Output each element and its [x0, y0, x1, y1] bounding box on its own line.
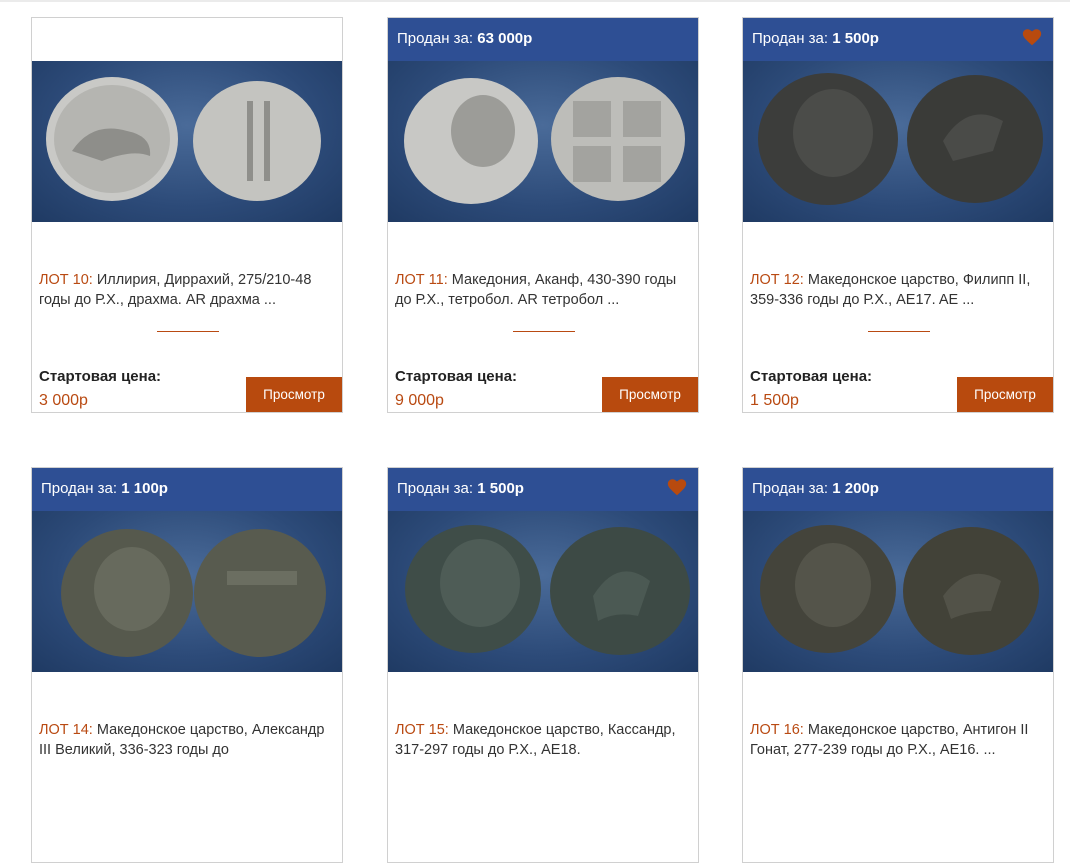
- heart-icon[interactable]: [1021, 26, 1043, 48]
- divider: [157, 331, 219, 332]
- start-price-label: Стартовая цена:: [39, 368, 162, 385]
- lot-description[interactable]: ЛОТ 11: Македония, Аканф, 430-390 годы д…: [395, 270, 695, 310]
- view-button[interactable]: Просмотр: [246, 377, 342, 412]
- lot-description[interactable]: ЛОТ 12: Македонское царство, Филипп II, …: [750, 270, 1050, 310]
- coin-photo[interactable]: [743, 511, 1053, 672]
- lot-card[interactable]: Продан за: 1 100р ЛОТ 14: Македонское ца…: [31, 467, 343, 863]
- top-divider: [0, 0, 1070, 2]
- divider: [513, 331, 575, 332]
- sold-price: 1 500р: [832, 30, 879, 47]
- lot-card[interactable]: Продан за: 1 500р ЛОТ 15: Македонское ца…: [387, 467, 699, 863]
- view-button[interactable]: Просмотр: [957, 377, 1053, 412]
- lot-card-header: Продан за: 63 000р: [388, 18, 698, 61]
- start-price-value: 9 000р: [395, 392, 444, 409]
- coin-photo[interactable]: [32, 61, 342, 222]
- lot-number: ЛОТ 10:: [39, 272, 93, 288]
- lot-card[interactable]: Продан за: 63 000р ЛОТ 11: Македония, Ак…: [387, 17, 699, 413]
- sold-price: 1 200р: [832, 480, 879, 497]
- lot-number: ЛОТ 15:: [395, 722, 449, 738]
- sold-label: Продан за:: [397, 30, 474, 47]
- sold-price: 63 000р: [477, 30, 533, 47]
- sold-price: 1 500р: [477, 480, 524, 497]
- sold-label: Продан за:: [397, 480, 474, 497]
- lot-card-header: Продан за: 1 500р: [743, 18, 1053, 61]
- coin-photo[interactable]: [388, 511, 698, 672]
- sold-price: 1 100р: [121, 480, 168, 497]
- lot-card-header: Продан за: 1 500р: [388, 468, 698, 511]
- sold-label: Продан за:: [41, 480, 118, 497]
- start-price-label: Стартовая цена:: [750, 368, 873, 385]
- start-price-value: 3 000р: [39, 392, 88, 409]
- lot-card-header: Продан за: 1 100р: [32, 468, 342, 511]
- coin-photo[interactable]: [32, 511, 342, 672]
- coin-photo[interactable]: [743, 61, 1053, 222]
- lot-description[interactable]: ЛОТ 10: Иллирия, Диррахий, 275/210-48 го…: [39, 270, 339, 310]
- lot-card[interactable]: Продан за: 1 500р ЛОТ 12: Македонское ца…: [742, 17, 1054, 413]
- lot-card[interactable]: ЛОТ 10: Иллирия, Диррахий, 275/210-48 го…: [31, 17, 343, 413]
- divider: [868, 331, 930, 332]
- coin-photo[interactable]: [388, 61, 698, 222]
- lot-card-header: Продан за: 1 200р: [743, 468, 1053, 511]
- lot-description[interactable]: ЛОТ 15: Македонское царство, Кассандр, 3…: [395, 720, 695, 760]
- heart-icon[interactable]: [666, 476, 688, 498]
- lot-number: ЛОТ 16:: [750, 722, 804, 738]
- lot-card-header: [32, 18, 342, 61]
- start-price-value: 1 500р: [750, 392, 799, 409]
- lot-description[interactable]: ЛОТ 14: Македонское царство, Александр I…: [39, 720, 339, 760]
- lot-number: ЛОТ 11:: [395, 272, 448, 288]
- start-price-label: Стартовая цена:: [395, 368, 518, 385]
- sold-label: Продан за:: [752, 30, 829, 47]
- lot-number: ЛОТ 12:: [750, 272, 804, 288]
- view-button[interactable]: Просмотр: [602, 377, 698, 412]
- lot-card[interactable]: Продан за: 1 200р ЛОТ 16: Македонское ца…: [742, 467, 1054, 863]
- sold-label: Продан за:: [752, 480, 829, 497]
- lot-description[interactable]: ЛОТ 16: Македонское царство, Антигон II …: [750, 720, 1050, 760]
- lot-number: ЛОТ 14:: [39, 722, 93, 738]
